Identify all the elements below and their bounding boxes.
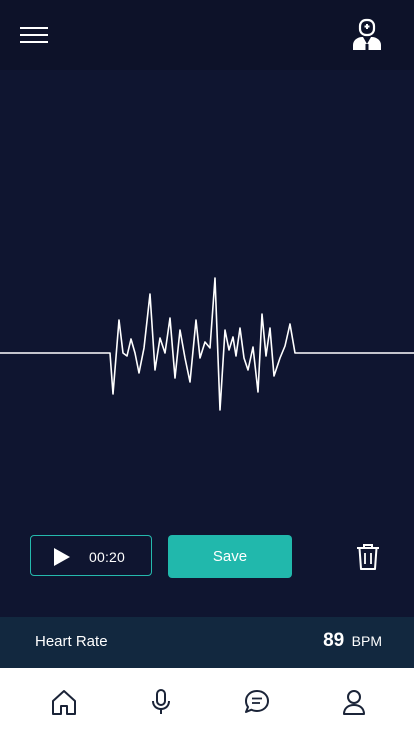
heart-rate-readout: 89 BPM (323, 630, 382, 652)
heart-rate-value: 89 (323, 630, 345, 651)
microphone-icon (152, 689, 170, 714)
nav-profile[interactable] (340, 688, 368, 716)
heart-rate-unit: BPM (351, 633, 382, 649)
nav-home[interactable] (50, 688, 78, 716)
heart-rate-bar: Heart Rate 89 BPM (0, 617, 414, 668)
trash-icon (357, 544, 379, 570)
nav-chat[interactable] (243, 688, 271, 716)
chat-icon (245, 690, 269, 713)
heart-rate-label: Heart Rate (35, 633, 108, 650)
play-icon[interactable] (53, 548, 71, 566)
recording-duration: 00:20 (89, 549, 126, 565)
bottom-navigation (0, 668, 414, 736)
profile-icon (343, 690, 365, 715)
delete-button[interactable] (356, 543, 380, 571)
home-icon (52, 690, 76, 715)
hamburger-menu-icon (20, 27, 48, 43)
menu-button[interactable] (18, 22, 50, 48)
app-root: 00:20 Save Heart Rate 89 BPM (0, 0, 414, 736)
top-bar (0, 0, 414, 70)
save-button[interactable]: Save (168, 535, 292, 578)
heartbeat-waveform (0, 260, 414, 430)
playback-control[interactable]: 00:20 (30, 535, 152, 576)
doctor-button[interactable] (350, 18, 384, 52)
nav-microphone[interactable] (147, 688, 175, 716)
waveform-graphic (0, 277, 414, 411)
doctor-icon (353, 18, 381, 50)
recording-controls: 00:20 Save (0, 535, 414, 579)
